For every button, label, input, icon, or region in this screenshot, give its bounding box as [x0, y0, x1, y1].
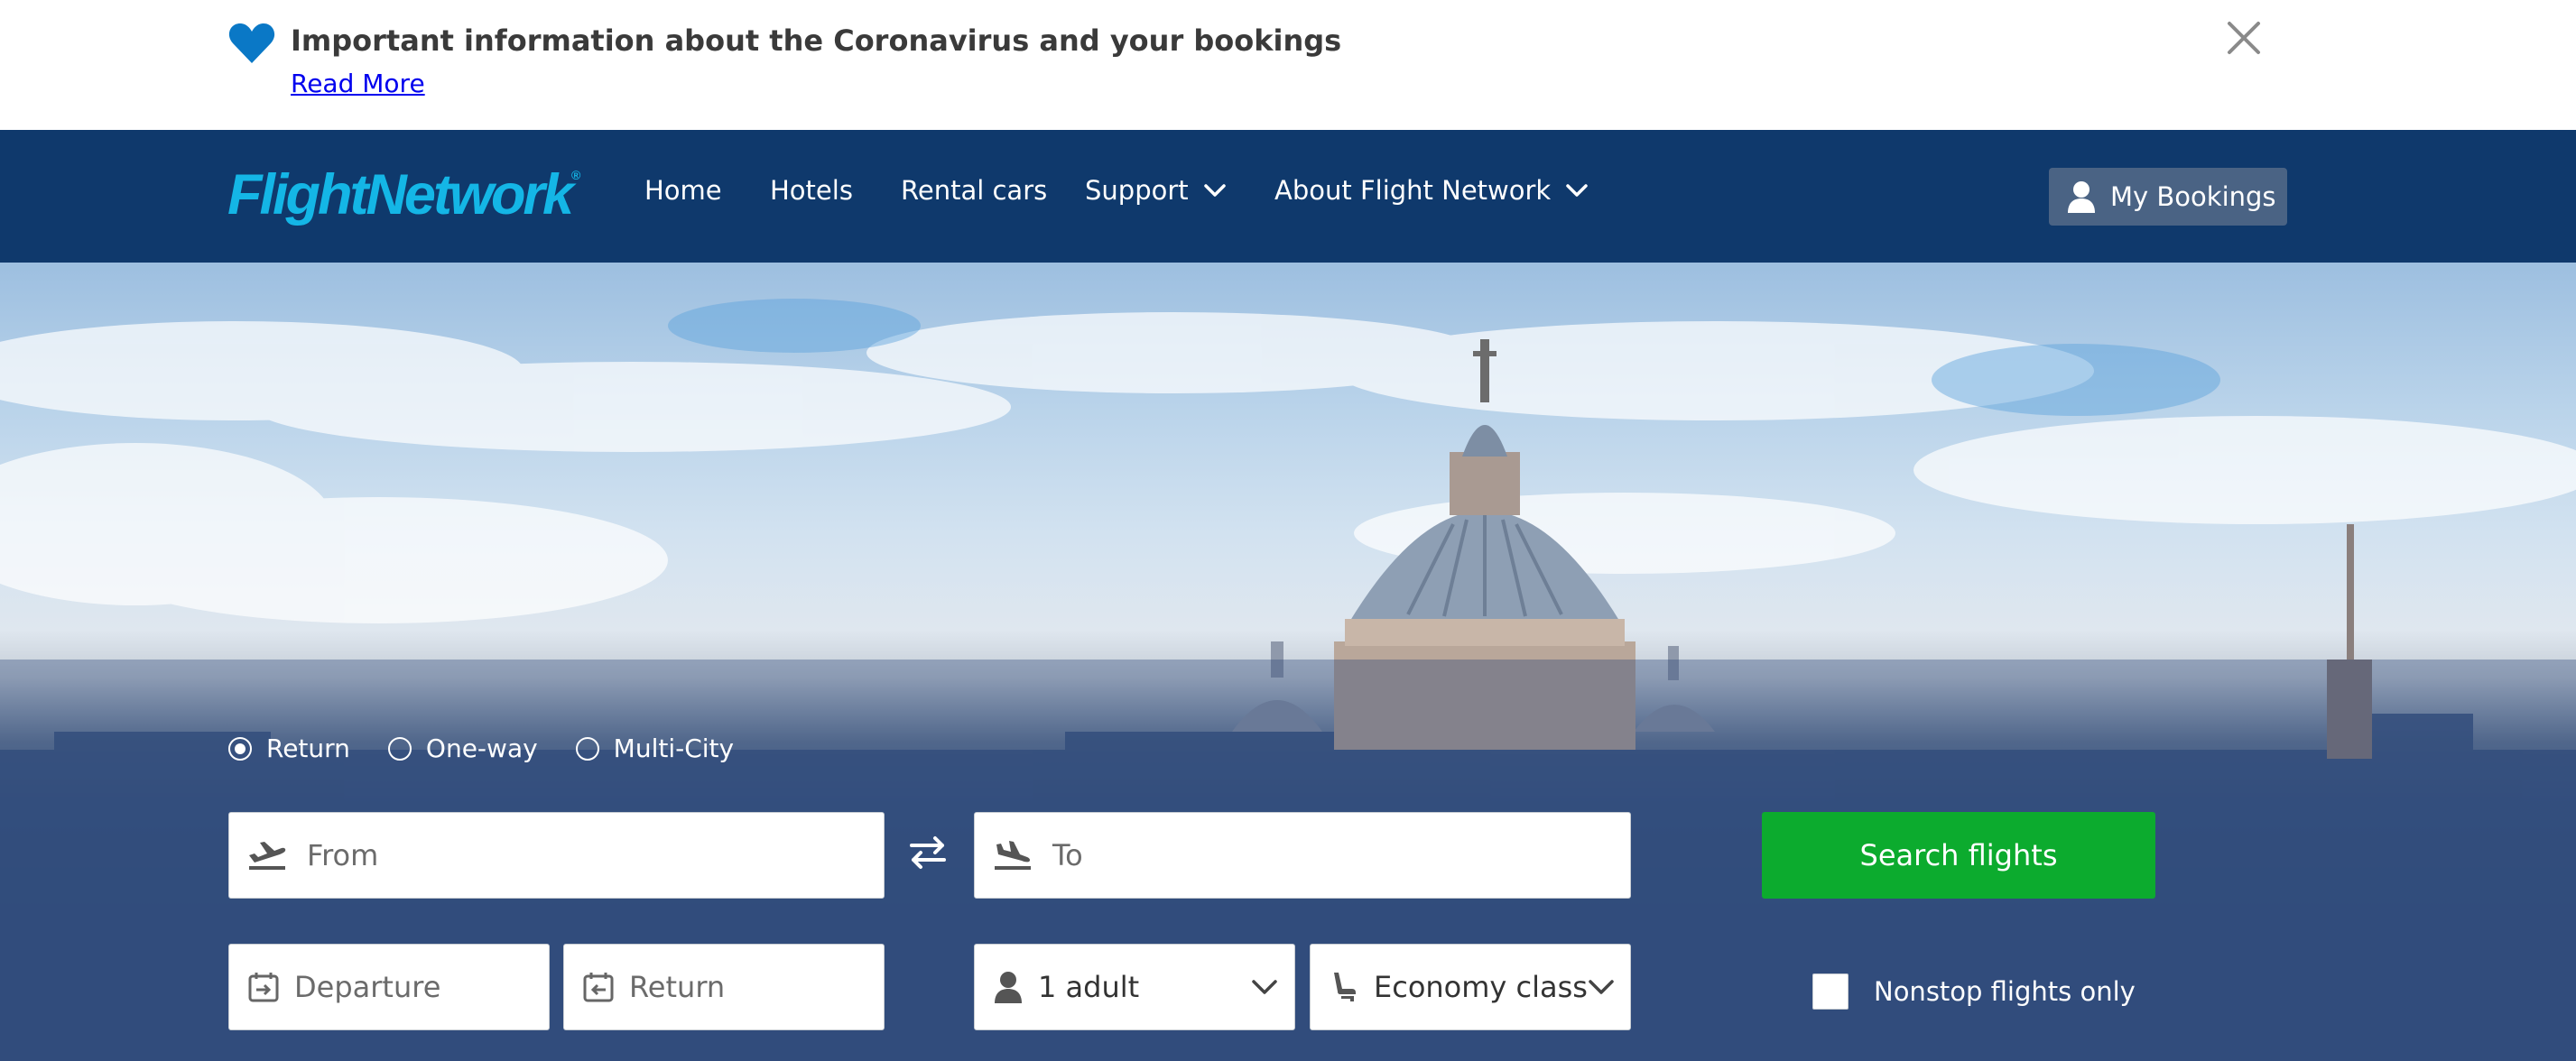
trip-type-multi-city-label: Multi-City: [613, 733, 735, 763]
return-placeholder: Return: [629, 970, 726, 1004]
read-more-link[interactable]: Read More: [291, 69, 425, 98]
chevron-down-icon: [1252, 980, 1277, 994]
nav-about[interactable]: About Flight Network: [1274, 175, 1589, 206]
logo-text: FlightNetwork: [227, 163, 574, 226]
radio-unchecked-icon: [387, 736, 412, 761]
site-header: FlightNetwork® Home Hotels Rental cars S…: [0, 130, 2576, 263]
radio-checked-icon: [228, 736, 252, 761]
trip-type-return-label: Return: [266, 733, 350, 763]
chevron-down-icon: [1566, 184, 1588, 197]
trip-type-group: Return One-way Multi-City: [228, 733, 772, 763]
nonstop-checkbox[interactable]: Nonstop flights only: [1812, 973, 2136, 1010]
search-flights-button[interactable]: Search flights: [1762, 812, 2155, 899]
chevron-down-icon: [1203, 184, 1226, 197]
trip-type-one-way-label: One-way: [425, 733, 538, 763]
nav-rental-cars-label: Rental cars: [901, 175, 1048, 206]
seat-icon: [1334, 973, 1356, 1001]
passengers-select[interactable]: 1 adult: [974, 944, 1295, 1030]
calendar-depart-icon: [248, 973, 279, 1002]
hero-background-image: [0, 299, 2576, 1061]
departing-plane-icon: [249, 842, 286, 870]
nav-home[interactable]: Home: [644, 175, 722, 206]
flightnetwork-logo[interactable]: FlightNetwork®: [227, 162, 580, 227]
my-bookings-button[interactable]: My Bookings: [2049, 168, 2287, 226]
from-placeholder: From: [307, 838, 379, 872]
to-placeholder: To: [1052, 838, 1083, 872]
nav-hotels-label: Hotels: [770, 175, 853, 206]
hero-section: Return One-way Multi-City From To Search…: [0, 263, 2576, 1061]
trip-type-multi-city[interactable]: Multi-City: [575, 733, 735, 763]
nonstop-label: Nonstop flights only: [1874, 976, 2136, 1007]
notice-banner: Important information about the Coronavi…: [0, 0, 2576, 130]
return-date-field[interactable]: Return: [563, 944, 885, 1030]
nav-hotels[interactable]: Hotels: [770, 175, 853, 206]
calendar-return-icon: [583, 973, 614, 1002]
trip-type-one-way[interactable]: One-way: [387, 733, 538, 763]
passengers-value: 1 adult: [1038, 970, 1140, 1004]
nav-about-label: About Flight Network: [1274, 175, 1552, 206]
registered-mark: ®: [571, 168, 581, 182]
user-icon: [2068, 181, 2095, 213]
nav-support[interactable]: Support: [1085, 175, 1227, 206]
chevron-down-icon: [1589, 980, 1614, 994]
heart-icon: [228, 23, 275, 64]
cabin-class-value: Economy class: [1374, 970, 1588, 1004]
arriving-plane-icon: [995, 841, 1031, 870]
trip-type-return[interactable]: Return: [228, 733, 350, 763]
departure-date-field[interactable]: Departure: [228, 944, 550, 1030]
nav-support-label: Support: [1085, 175, 1189, 206]
nav-rental-cars[interactable]: Rental cars: [901, 175, 1047, 206]
close-icon[interactable]: [2226, 20, 2262, 56]
from-field[interactable]: From: [228, 812, 885, 899]
my-bookings-label: My Bookings: [2110, 181, 2276, 212]
checkbox-unchecked-icon: [1812, 973, 1849, 1010]
nav-home-label: Home: [644, 175, 722, 206]
notice-title: Important information about the Coronavi…: [291, 23, 1342, 58]
cabin-class-select[interactable]: Economy class: [1310, 944, 1631, 1030]
person-icon: [995, 972, 1022, 1003]
swap-icon[interactable]: [908, 835, 948, 871]
radio-unchecked-icon: [575, 736, 599, 761]
to-field[interactable]: To: [974, 812, 1631, 899]
departure-placeholder: Departure: [294, 970, 441, 1004]
